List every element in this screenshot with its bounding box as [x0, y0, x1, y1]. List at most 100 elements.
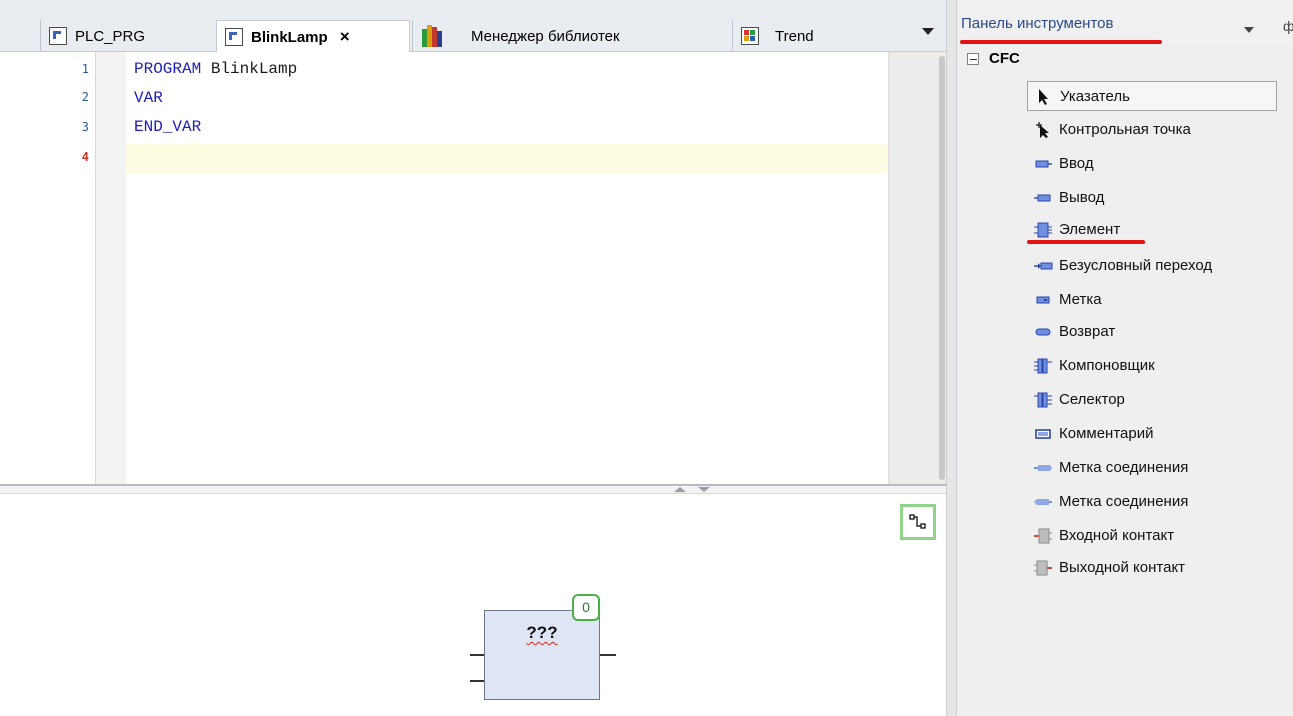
- toolbox-item-label: Метка: [1059, 291, 1102, 308]
- trend-icon: [741, 27, 759, 45]
- block-name[interactable]: ???: [485, 623, 599, 643]
- declaration-editor[interactable]: 1 2 3 4 PROGRAM BlinkLamp VAR END_VAR: [0, 52, 946, 484]
- toolbox-item-output-pin[interactable]: Выходной контакт: [1027, 553, 1277, 583]
- tab-trend[interactable]: Trend: [732, 20, 882, 52]
- toolbox-item-label: Комментарий: [1059, 425, 1154, 442]
- label-icon: [1036, 296, 1050, 304]
- composer-icon: [1034, 358, 1052, 374]
- code-line[interactable]: VAR: [134, 89, 163, 107]
- toolbox-item-label: Безусловный переход: [1059, 257, 1213, 274]
- tab-label: Менеджер библиотек: [471, 27, 620, 45]
- tab-list-dropdown-icon[interactable]: [921, 24, 935, 38]
- tab-label: BlinkLamp: [251, 28, 328, 46]
- code-identifier: BlinkLamp: [201, 60, 298, 78]
- toolbox-category-cfc[interactable]: CFC: [967, 50, 1020, 67]
- tab-blinklamp[interactable]: BlinkLamp ×: [216, 20, 410, 53]
- line-number-gutter: 1 2 3 4: [0, 52, 96, 484]
- cfc-box-element[interactable]: ???: [484, 610, 600, 700]
- code-keyword: PROGRAM: [134, 60, 202, 78]
- output-pin-icon: [1034, 560, 1052, 576]
- pin-icon[interactable]: ф: [1283, 18, 1293, 34]
- library-manager-icon: [421, 25, 443, 47]
- program-icon: [49, 27, 67, 45]
- program-icon: [225, 28, 243, 46]
- toolbox-item-label: Выходной контакт: [1059, 559, 1186, 576]
- toolbox-item-breakpoint[interactable]: Контрольная точка: [1027, 115, 1277, 145]
- annotation-underline: [1027, 240, 1145, 244]
- toolbox-item-connection-mark-source[interactable]: Метка соединения: [1027, 453, 1277, 483]
- close-tab-button[interactable]: ×: [340, 27, 350, 47]
- tab-plc-prg[interactable]: PLC_PRG: [40, 20, 214, 52]
- input-pin-icon: [1034, 528, 1052, 544]
- current-line-number: 4: [81, 150, 89, 164]
- toolbox-header: Панель инструментов ф: [957, 0, 1293, 44]
- toolbox-item-label: Входной контакт: [1059, 527, 1175, 544]
- tab-label: Trend: [775, 27, 814, 45]
- input-icon: [1035, 160, 1052, 168]
- cfc-canvas[interactable]: ??? 0: [0, 494, 946, 716]
- pane-divider[interactable]: [946, 0, 957, 716]
- fold-margin: [96, 52, 126, 484]
- collapse-icon[interactable]: [967, 52, 979, 65]
- connection-mark-sink-icon: [1034, 499, 1052, 505]
- editor-splitter[interactable]: [0, 484, 946, 494]
- execution-order-badge: 0: [572, 594, 600, 621]
- toolbox-item-connection-mark-sink[interactable]: Метка соединения: [1027, 487, 1277, 517]
- tab-library-manager[interactable]: Менеджер библиотек: [412, 20, 730, 52]
- line-number: 2: [81, 90, 89, 104]
- tab-label: PLC_PRG: [75, 27, 146, 45]
- box-icon: [1034, 222, 1052, 238]
- code-line[interactable]: PROGRAM BlinkLamp: [134, 60, 297, 78]
- toolbox-item-label: Контрольная точка: [1059, 121, 1191, 138]
- toolbox-item-comment[interactable]: Комментарий: [1027, 419, 1277, 449]
- return-icon: [1035, 328, 1051, 336]
- editor-pane: PLC_PRG BlinkLamp × Менеджер библиотек T…: [0, 0, 946, 716]
- block-output-pin[interactable]: [600, 654, 616, 656]
- toolbox-item-input-pin[interactable]: Входной контакт: [1027, 521, 1277, 551]
- tab-bar: PLC_PRG BlinkLamp × Менеджер библиотек T…: [0, 0, 946, 53]
- code-line[interactable]: END_VAR: [134, 118, 201, 136]
- toolbox-item-label: Метка соединения: [1059, 459, 1189, 476]
- toolbox-title: Панель инструментов: [961, 15, 1114, 32]
- current-line-highlight: [126, 144, 888, 173]
- code-keyword: END_VAR: [134, 118, 202, 136]
- toolbox-item-label: Ввод: [1059, 155, 1094, 172]
- vertical-scrollbar[interactable]: [888, 52, 946, 484]
- collapse-up-icon[interactable]: [674, 487, 686, 492]
- toolbox-item-return[interactable]: Возврат: [1027, 317, 1277, 347]
- line-number: 1: [81, 62, 89, 76]
- route-icon: [909, 514, 926, 529]
- scrollbar-thumb[interactable]: [939, 56, 945, 480]
- code-keyword: VAR: [134, 89, 163, 107]
- toolbox-panel: Панель инструментов ф CFC Указатель Конт…: [957, 0, 1293, 716]
- panel-menu-arrow-icon[interactable]: [1244, 27, 1254, 33]
- annotation-underline: [960, 40, 1162, 44]
- toolbox-item-label: Метка соединения: [1059, 493, 1189, 510]
- toolbox-item-jump[interactable]: Безусловный переход: [1027, 251, 1277, 281]
- auto-route-button[interactable]: [900, 504, 936, 540]
- toolbox-item-label: Вывод: [1059, 189, 1105, 206]
- toolbox-item-input[interactable]: Ввод: [1027, 149, 1277, 179]
- toolbox-item-label-element[interactable]: Метка: [1027, 285, 1277, 315]
- collapse-down-icon[interactable]: [698, 487, 710, 492]
- output-icon: [1034, 194, 1051, 202]
- block-input-pin[interactable]: [470, 654, 485, 656]
- selector-icon: [1034, 392, 1052, 408]
- pointer-icon: [1039, 89, 1048, 105]
- toolbox-item-selector[interactable]: Селектор: [1027, 385, 1277, 415]
- toolbox-item-composer[interactable]: Компоновщик: [1027, 351, 1277, 381]
- block-input-pin[interactable]: [470, 680, 485, 682]
- toolbox-item-label: Селектор: [1059, 391, 1125, 408]
- category-label: CFC: [989, 50, 1020, 67]
- connection-mark-source-icon: [1034, 465, 1052, 471]
- breakpoint-icon: [1036, 122, 1049, 138]
- line-number: 3: [81, 120, 89, 134]
- toolbox-item-label: Возврат: [1059, 323, 1116, 340]
- toolbox-item-label: Элемент: [1059, 221, 1121, 238]
- comment-icon: [1035, 429, 1051, 439]
- toolbox-item-label: Компоновщик: [1059, 357, 1155, 374]
- jump-icon: [1034, 262, 1053, 270]
- toolbox-item-label: Указатель: [1060, 88, 1130, 105]
- toolbox-item-pointer[interactable]: Указатель: [1027, 81, 1277, 111]
- toolbox-item-output[interactable]: Вывод: [1027, 183, 1277, 213]
